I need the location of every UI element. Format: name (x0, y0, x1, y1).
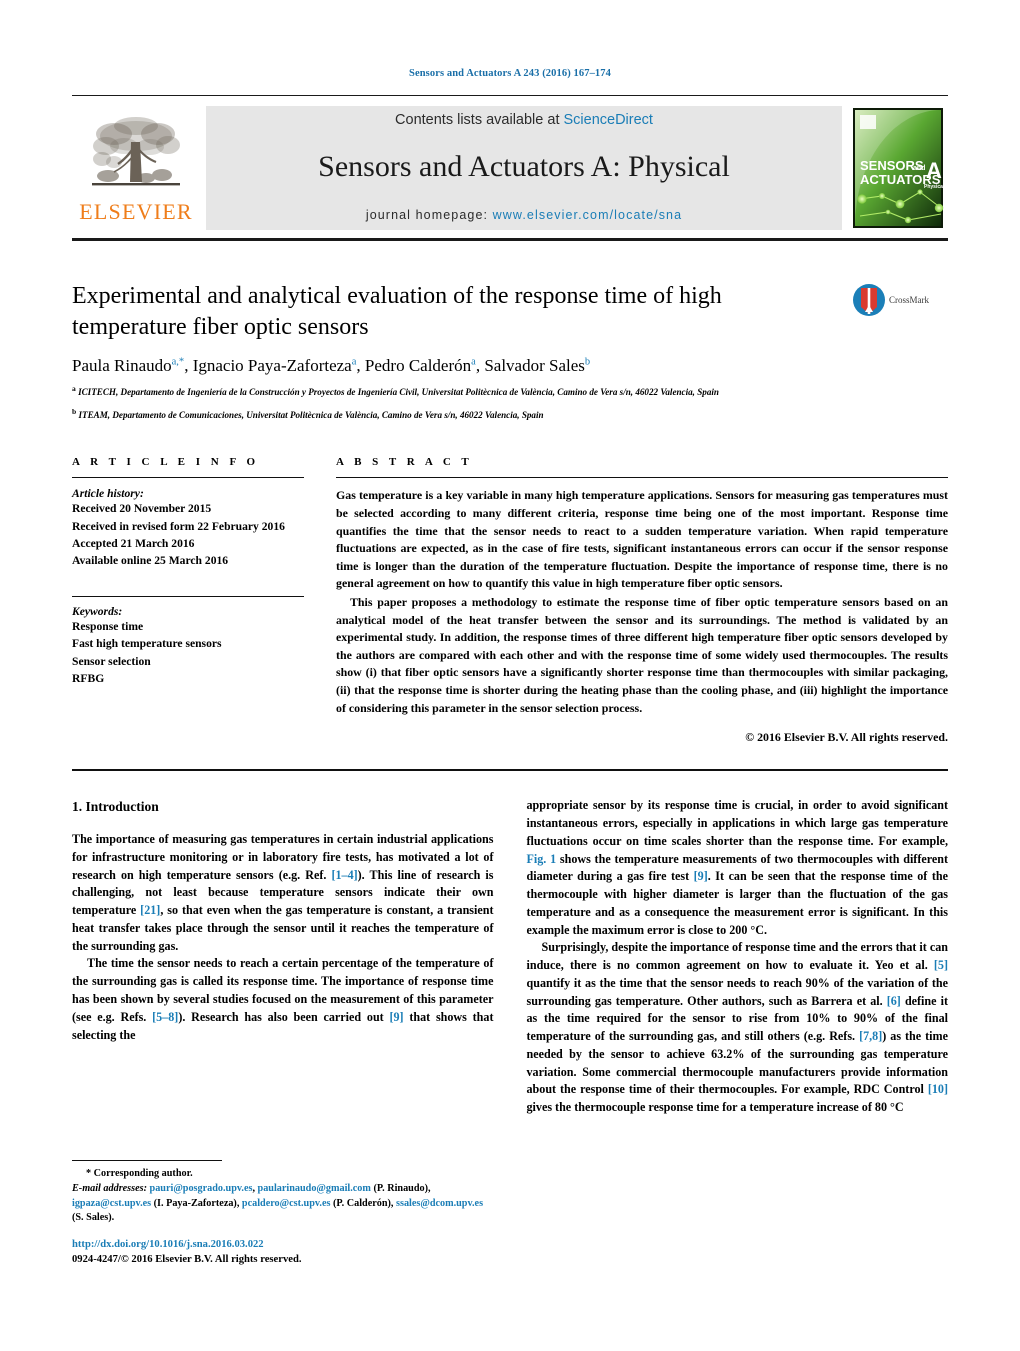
divider (336, 477, 948, 479)
section-divider (72, 769, 948, 772)
abstract-paragraph: Gas temperature is a key variable in man… (336, 488, 948, 591)
masthead-center-panel: Contents lists available at ScienceDirec… (206, 106, 842, 230)
affiliation-b: b ITEAM, Departamento de Comunicaciones,… (72, 407, 544, 421)
svg-text:A: A (926, 158, 942, 183)
keyword-item: Response time (72, 619, 144, 633)
history-item: Received 20 November 2015 (72, 502, 212, 516)
journal-homepage-link[interactable]: www.elsevier.com/locate/sna (493, 208, 683, 222)
history-item: Accepted 21 March 2016 (72, 537, 195, 551)
keywords-group: Keywords: Response time Fast high temper… (72, 595, 304, 688)
body-paragraph: Surprisingly, despite the importance of … (526, 940, 949, 1115)
issn-copyright-line: 0924-4247/© 2016 Elsevier B.V. All right… (72, 1254, 302, 1266)
elsevier-tree-icon (92, 116, 180, 185)
abstract-body: Gas temperature is a key variable in man… (336, 487, 948, 717)
body-paragraph: The time the sensor needs to reach a cer… (72, 956, 494, 1042)
homepage-prefix: journal homepage: (365, 208, 493, 222)
crossmark-icon (853, 284, 885, 316)
journal-masthead: ELSEVIER Contents lists available at Sci… (72, 95, 948, 241)
article-header: Experimental and analytical evaluation o… (72, 281, 948, 422)
keyword-item: RFBG (72, 672, 105, 686)
article-history-list: Received 20 November 2015 Received in re… (72, 500, 304, 570)
body-columns: 1. Introduction The importance of measur… (72, 797, 948, 1117)
divider (72, 477, 304, 479)
running-head: Sensors and Actuators A 243 (2016) 167–1… (409, 68, 611, 79)
footnote-block: * Corresponding author. E-mail addresses… (72, 1160, 485, 1226)
elsevier-wordmark: ELSEVIER (79, 198, 193, 224)
corresponding-author-note: * Corresponding author. (86, 1168, 193, 1179)
journal-homepage-line: journal homepage: www.elsevier.com/locat… (366, 208, 682, 222)
divider (72, 595, 304, 597)
abstract-label: A B S T R A C T (336, 456, 473, 469)
introduction-heading: 1. Introduction (72, 799, 159, 815)
abstract-copyright: © 2016 Elsevier B.V. All rights reserved… (745, 730, 948, 745)
history-item: Available online 25 March 2016 (72, 554, 229, 568)
info-abstract-row: A R T I C L E I N F O Article history: R… (72, 456, 948, 745)
body-paragraph: The importance of measuring gas temperat… (72, 832, 494, 953)
journal-cover-thumbnail[interactable]: SENSORS and ACTUATORS A Physical (848, 104, 948, 232)
abstract-column: A B S T R A C T Gas temperature is a key… (336, 456, 948, 745)
keyword-item: Sensor selection (72, 654, 151, 668)
svg-text:Physical: Physical (924, 184, 945, 190)
abstract-paragraph: This paper proposes a methodology to est… (336, 594, 948, 715)
affiliation-b-text: ITEAM, Departamento de Comunicaciones, U… (78, 410, 544, 421)
author-list: Paula Rinaudoa,*, Ignacio Paya-Zaforteza… (72, 356, 591, 376)
body-column-right: appropriate sensor by its response time … (527, 797, 949, 1117)
keywords-heading: Keywords: (72, 604, 123, 618)
body-column-left: 1. Introduction The importance of measur… (72, 797, 494, 1117)
elsevier-logo: ELSEVIER (72, 102, 200, 234)
paper-page: Sensors and Actuators A 243 (2016) 167–1… (0, 0, 1020, 1351)
contents-available-line: Contents lists available at ScienceDirec… (395, 112, 653, 128)
doi-link[interactable]: http://dx.doi.org/10.1016/j.sna.2016.03.… (72, 1237, 302, 1252)
article-history-heading: Article history: (72, 487, 144, 501)
affiliation-a-text: ICITECH, Departamento de Ingeniería de l… (78, 387, 719, 398)
body-paragraph: appropriate sensor by its response time … (526, 798, 949, 937)
doi-block: http://dx.doi.org/10.1016/j.sna.2016.03.… (72, 1237, 302, 1268)
email-addresses-note: E-mail addresses: pauri@posgrado.upv.es,… (72, 1183, 484, 1224)
article-info-column: A R T I C L E I N F O Article history: R… (72, 456, 304, 745)
sciencedirect-link[interactable]: ScienceDirect (564, 112, 653, 128)
article-info-label: A R T I C L E I N F O (72, 456, 260, 469)
journal-cover-image: SENSORS and ACTUATORS A Physical (848, 104, 948, 232)
svg-text:and: and (913, 165, 925, 172)
contents-prefix: Contents lists available at (395, 112, 564, 128)
journal-title: Sensors and Actuators A: Physical (318, 150, 730, 183)
crossmark-label: CrossMark (889, 295, 929, 305)
article-title: Experimental and analytical evaluation o… (72, 283, 722, 340)
keywords-list: Response time Fast high temperature sens… (72, 618, 304, 688)
footnote-divider (72, 1160, 222, 1161)
crossmark-badge[interactable]: CrossMark (852, 283, 948, 317)
history-item: Received in revised form 22 February 201… (72, 519, 285, 533)
affiliation-a: a ICITECH, Departamento de Ingeniería de… (72, 384, 719, 398)
keyword-item: Fast high temperature sensors (72, 637, 222, 651)
